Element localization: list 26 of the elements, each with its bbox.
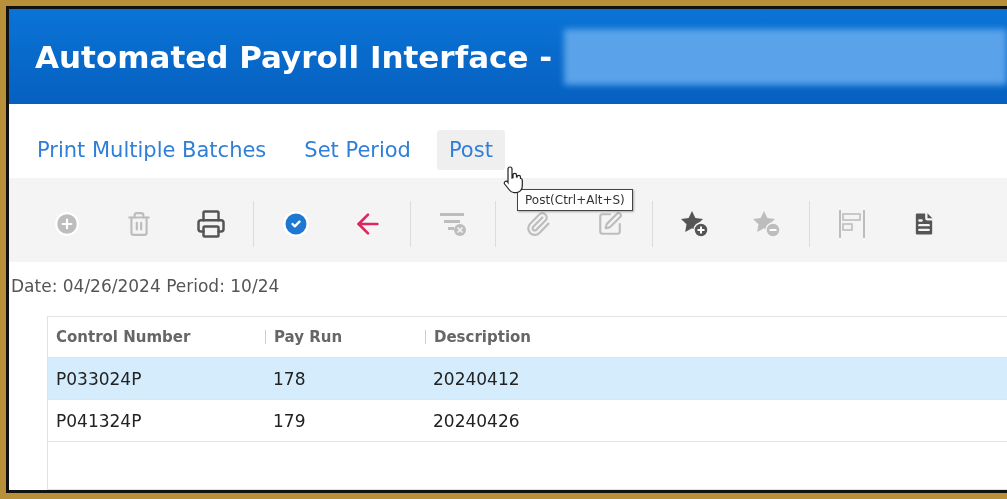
table-cell-text: P041324P [55, 410, 143, 431]
check-circle-icon [282, 210, 310, 238]
star-plus-icon [680, 210, 710, 238]
table-row[interactable]: P033024P 178 20240412 [48, 358, 1007, 400]
table-cell-text: 179 [272, 410, 307, 431]
menu-item[interactable]: Set Period [292, 130, 423, 170]
table-cell-text: P033024P [55, 368, 143, 389]
date-period-text: Date: 04/26/2024 Period: 10/24 [10, 275, 281, 296]
table-cell-text: 20240412 [432, 368, 521, 389]
column-header[interactable]: Pay Run [265, 330, 425, 344]
tooltip: Post(Ctrl+Alt+S) [517, 189, 633, 211]
column-header[interactable]: Control Number [48, 330, 265, 344]
star-minus-icon [752, 210, 782, 238]
filter-clear-icon [439, 211, 467, 237]
layout-icon [838, 209, 866, 239]
menu-item[interactable]: Print Multiple Batches [25, 130, 279, 170]
trash-icon [126, 211, 152, 237]
edit-icon [597, 211, 623, 237]
window-title: Automated Payroll Interface - [35, 38, 553, 75]
table-cell-text: 178 [272, 368, 307, 389]
menu-item[interactable]: Post [436, 130, 505, 170]
printer-icon [196, 209, 226, 239]
add-icon [54, 211, 80, 237]
paperclip-icon [525, 211, 551, 237]
table-cell-text: 20240426 [432, 410, 521, 431]
column-header[interactable]: Description [425, 330, 1007, 344]
